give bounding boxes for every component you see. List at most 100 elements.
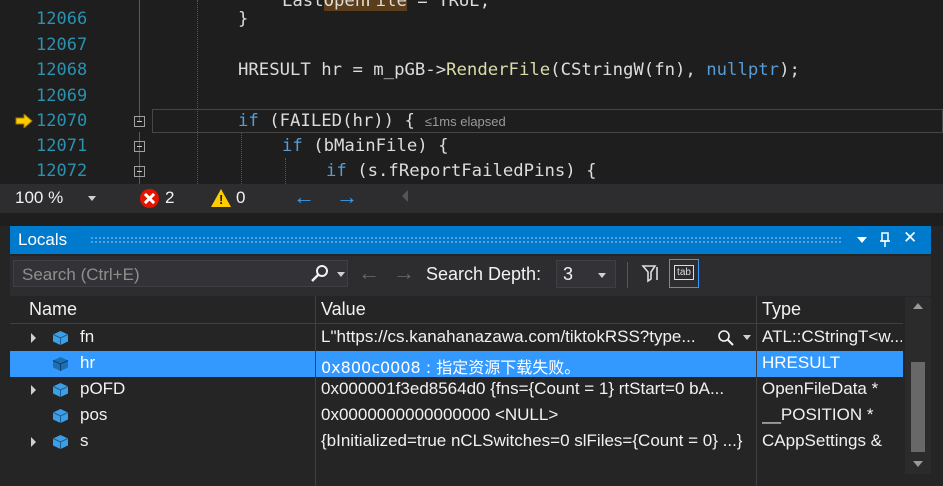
code-token: FAILED	[279, 111, 343, 131]
error-count[interactable]: 2	[165, 188, 174, 208]
scroll-thumb[interactable]	[911, 362, 925, 452]
column-divider[interactable]	[756, 296, 757, 486]
line-number: 12067	[36, 35, 88, 55]
local-name: hr	[80, 353, 96, 372]
code-line: 12071 if (bMainFile) {	[0, 134, 943, 159]
column-header-value[interactable]: Value	[321, 299, 366, 320]
local-name: pos	[80, 405, 108, 424]
scroll-down-icon[interactable]	[913, 461, 923, 467]
variable-cube-icon	[53, 409, 68, 423]
code-token: HRESULT	[238, 60, 311, 80]
warning-count[interactable]: 0	[236, 188, 245, 208]
variable-cube-icon	[53, 331, 68, 345]
local-type: __POSITION *	[762, 405, 874, 424]
search-depth-label: Search Depth:	[426, 264, 542, 284]
locals-row-fn[interactable]: fn L"https://cs.kanahanazawa.com/tiktokR…	[10, 325, 903, 351]
line-number: 12071	[36, 136, 88, 156]
code-token: RenderFile	[446, 60, 551, 80]
column-header-name[interactable]: Name	[29, 299, 77, 320]
perf-tip[interactable]: ≤1ms elapsed	[425, 114, 506, 129]
chevron-down-icon[interactable]	[88, 196, 96, 201]
locals-title-bar[interactable]: Locals ✕	[10, 226, 931, 254]
expand-arrow-icon[interactable]	[31, 333, 36, 343]
local-value[interactable]: 0x000001f3ed8564d0 {fns={Count = 1} rtSt…	[321, 379, 756, 399]
fold-toggle-icon[interactable]	[134, 141, 145, 152]
nav-forward-icon[interactable]: →	[336, 184, 358, 210]
zoom-level[interactable]: 100 %	[15, 188, 63, 208]
search-box[interactable]	[13, 260, 348, 287]
nav-back-icon[interactable]: ←	[293, 184, 315, 210]
local-type: CAppSettings &	[762, 431, 883, 450]
line-number: 12066	[36, 9, 88, 29]
warning-mark: !	[219, 192, 224, 207]
locals-row-hr[interactable]: hr 0x800c0008 : 指定资源下载失败。 HRESULT	[10, 351, 903, 377]
code-text: if (FAILED(hr)) {≤1ms elapsed	[238, 109, 506, 134]
local-value[interactable]: 0x800c0008 : 指定资源下载失败。	[321, 354, 721, 378]
locals-row-s[interactable]: s {bInitialized=true nCLSwitches=0 slFil…	[10, 429, 903, 455]
code-token: (hr)) {	[342, 111, 415, 131]
panel-title: Locals	[18, 230, 68, 249]
code-line: 12068 HRESULT hr = m_pGB->RenderFile(CSt…	[0, 58, 943, 83]
locals-grid: Name Value Type fn L"https://cs.kanahana…	[10, 296, 903, 486]
code-token: hr = m_pGB->	[310, 60, 447, 80]
code-token: nullptr	[706, 60, 780, 80]
search-depth-value: 3	[563, 264, 574, 284]
code-text: if (s.fReportFailedPins) {	[326, 159, 597, 184]
local-value[interactable]: 0x0000000000000000 <NULL>	[321, 405, 721, 425]
magnifier-visualizer-icon[interactable]	[717, 329, 735, 347]
close-icon[interactable]: ✕	[903, 228, 917, 248]
chevron-down-icon[interactable]	[743, 335, 751, 340]
column-divider[interactable]	[315, 296, 316, 486]
code-line: 12072 if (s.fReportFailedPins) {	[0, 159, 943, 184]
variable-cube-icon	[53, 435, 68, 449]
column-header-type[interactable]: Type	[762, 299, 801, 320]
line-number: 12068	[36, 60, 88, 80]
locals-row-pos[interactable]: pos 0x0000000000000000 <NULL> __POSITION…	[10, 403, 903, 429]
search-prev-icon[interactable]: ←	[358, 260, 380, 286]
code-line: 12069	[0, 84, 943, 109]
code-token: CStringW	[560, 60, 644, 80]
code-token: );	[779, 60, 800, 80]
search-next-icon[interactable]: →	[393, 260, 415, 286]
scroll-up-icon[interactable]	[913, 303, 923, 309]
search-input[interactable]	[20, 263, 294, 286]
local-value[interactable]: {bInitialized=true nCLSwitches=0 slFiles…	[321, 431, 756, 451]
code-token: if	[282, 136, 303, 156]
code-text: if (bMainFile) {	[282, 134, 448, 159]
expand-arrow-icon[interactable]	[31, 385, 36, 395]
tab-view-icon[interactable]: tab	[669, 259, 699, 288]
locals-row-pOFD[interactable]: pOFD 0x000001f3ed8564d0 {fns={Count = 1}…	[10, 377, 903, 403]
chevron-down-icon	[598, 273, 606, 278]
code-text: HRESULT hr = m_pGB->RenderFile(CStringW(…	[238, 58, 800, 83]
scroll-left-icon[interactable]	[402, 190, 408, 202]
tab-glyph: tab	[674, 265, 694, 280]
code-token: (	[258, 111, 280, 131]
expand-arrow-icon[interactable]	[31, 437, 36, 447]
code-token: (bMainFile) {	[302, 136, 449, 156]
local-value[interactable]: L"https://cs.kanahanazawa.com/tiktokRSS?…	[321, 327, 706, 347]
pin-icon[interactable]	[878, 232, 892, 248]
title-grip	[90, 236, 841, 244]
search-icon[interactable]	[310, 264, 330, 284]
locals-scrollbar[interactable]	[905, 297, 931, 474]
local-name: fn	[80, 327, 95, 346]
code-line-current: 12070 if (FAILED(hr)) {≤1ms elapsed	[0, 109, 943, 134]
chevron-down-icon[interactable]	[337, 272, 345, 277]
line-number: 12069	[36, 86, 88, 106]
code-text: }	[238, 9, 249, 29]
code-editor[interactable]: LastOpenFile = TRUE; 12066 } 12067 12068…	[0, 0, 943, 184]
fold-toggle-icon[interactable]	[134, 116, 145, 127]
toolbar-separator	[627, 262, 628, 288]
grid-header: Name Value Type	[10, 296, 903, 324]
locals-toolbar: ← → Search Depth: 3 tab	[10, 256, 931, 296]
variable-cube-icon	[53, 357, 68, 371]
local-name: pOFD	[80, 379, 126, 398]
pin-visualizer-icon[interactable]	[638, 262, 662, 286]
dropdown-icon[interactable]	[857, 237, 867, 243]
error-icon[interactable]	[140, 189, 159, 208]
fold-toggle-icon[interactable]	[134, 166, 145, 177]
code-line: 12066 }	[0, 7, 943, 32]
local-type: ATL::CStringT<w...	[762, 327, 902, 346]
search-depth-select[interactable]: 3	[556, 260, 616, 288]
code-line: 12067	[0, 33, 943, 58]
